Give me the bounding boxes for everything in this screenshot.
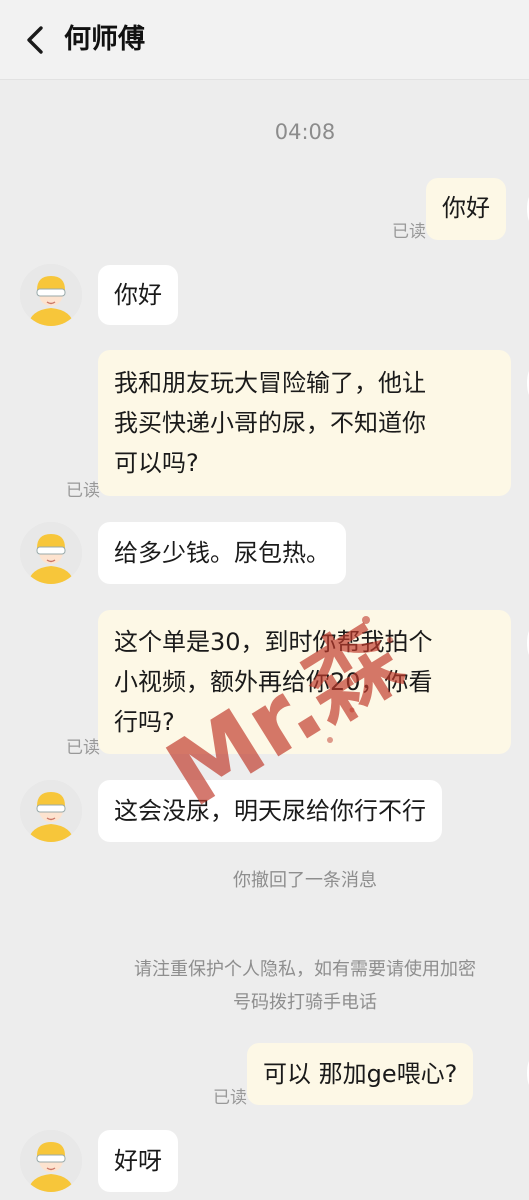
outgoing-message[interactable]: 可以 那加ge喂心? [247, 1043, 474, 1105]
incoming-message[interactable]: 给多少钱。尿包热。 [98, 522, 346, 584]
message-text: 给多少钱。尿包热。 [114, 539, 330, 567]
message-timestamp: 04:08 [274, 120, 336, 144]
chevron-left-icon [27, 26, 43, 54]
back-button[interactable] [18, 22, 52, 58]
incoming-message[interactable]: 你好 [98, 265, 178, 325]
courier-avatar-icon[interactable] [20, 780, 82, 842]
outgoing-message[interactable]: 你好 [426, 178, 506, 240]
message-line: 我和朋友玩大冒险输了，他让 [114, 369, 426, 397]
courier-avatar-icon[interactable] [20, 522, 82, 584]
message-text: 你好 [114, 281, 162, 309]
message-text: 好呀 [114, 1147, 162, 1175]
privacy-notice-line: 号码拨打骑手电话 [233, 992, 377, 1013]
message-line: 行吗? [114, 708, 175, 736]
message-text: 这会没尿，明天尿给你行不行 [114, 797, 426, 825]
outgoing-message[interactable]: 这个单是30，到时你帮我拍个 小视频，额外再给你20，你看 行吗? [98, 610, 511, 754]
message-text: 可以 那加ge喂心? [263, 1060, 458, 1088]
message-line: 可以吗? [114, 449, 199, 477]
read-receipt: 已读 [66, 738, 100, 758]
read-receipt: 已读 [213, 1088, 247, 1108]
read-receipt: 已读 [66, 481, 100, 501]
privacy-notice-line: 请注重保护个人隐私，如有需要请使用加密 [134, 959, 476, 980]
incoming-message[interactable]: 好呀 [98, 1130, 178, 1192]
message-line: 小视频，额外再给你20，你看 [114, 668, 433, 696]
message-line: 我买快递小哥的尿，不知道你 [114, 409, 426, 437]
chat-header: 何师傅 [0, 0, 529, 80]
message-text: 你好 [442, 194, 490, 222]
incoming-message[interactable]: 这会没尿，明天尿给你行不行 [98, 780, 442, 842]
courier-avatar-icon[interactable] [20, 264, 82, 326]
page-title: 何师傅 [64, 24, 145, 55]
outgoing-message[interactable]: 我和朋友玩大冒险输了，他让 我买快递小哥的尿，不知道你 可以吗? [98, 350, 511, 496]
message-line: 这个单是30，到时你帮我拍个 [114, 628, 433, 656]
read-receipt: 已读 [392, 222, 426, 242]
recall-notice: 你撤回了一条消息 [233, 870, 377, 891]
courier-avatar-icon[interactable] [20, 1130, 82, 1192]
